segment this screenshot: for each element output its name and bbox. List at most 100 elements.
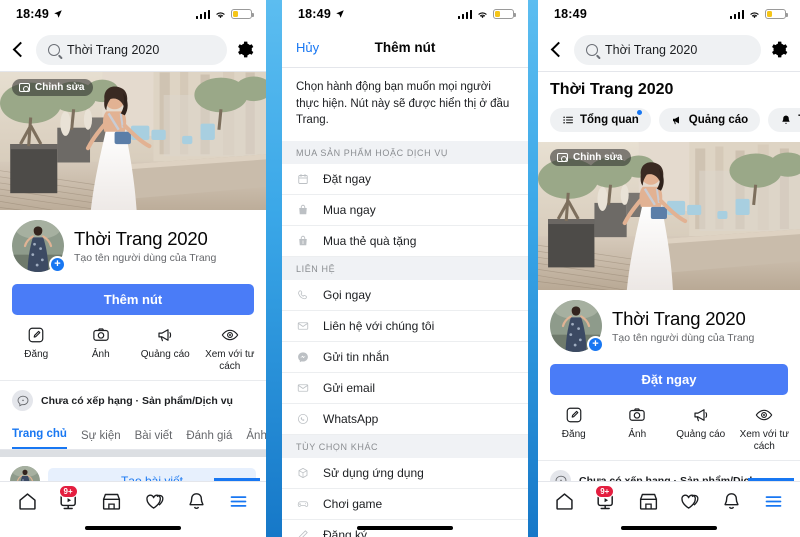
tab-su-kien[interactable]: Sự kiện (81, 430, 121, 449)
nav-marketplace[interactable] (91, 491, 133, 512)
list-item[interactable]: Mua thẻ quà tặng (282, 226, 528, 258)
action-photo[interactable]: Ảnh (69, 325, 134, 372)
action-label: Đăng (561, 429, 586, 440)
screenshot-stage: 18:49 Thời Trang 2020 Chỉnh sửa + Thời T… (0, 0, 800, 537)
action-view-as[interactable]: Xem với tư cách (198, 325, 263, 372)
cover-edit-label: Chỉnh sửa (573, 152, 623, 163)
camera-icon (19, 83, 30, 92)
status-bar-right (729, 8, 788, 21)
chip-tong-quan[interactable]: Tổng quan (550, 108, 651, 132)
list-item-label: Mua thẻ quà tặng (323, 234, 417, 249)
cover-photo[interactable]: Chỉnh sửa (538, 142, 800, 290)
nav-home[interactable] (6, 491, 48, 512)
book-now-cta[interactable]: Đặt ngay (550, 364, 788, 395)
status-bar: 18:49 (282, 0, 528, 28)
list-item[interactable]: Mua ngay (282, 195, 528, 227)
phone-screen-2: 18:49 Hủy Thêm nút Chọn hành động bạn mu… (282, 0, 528, 537)
home-indicator (85, 526, 181, 530)
tab-danh-gia[interactable]: Đánh giá (186, 430, 232, 449)
location-arrow-icon (53, 9, 63, 19)
menu-active-indicator (748, 478, 794, 481)
nav-notifications[interactable] (711, 491, 753, 512)
page-heading: Thời Trang 2020 (538, 72, 800, 99)
nav-menu[interactable] (218, 491, 260, 512)
cover-edit-button[interactable]: Chỉnh sửa (550, 149, 632, 166)
action-photo[interactable]: Ảnh (606, 405, 670, 452)
phone-icon (296, 289, 310, 301)
cancel-button[interactable]: Hủy (296, 40, 319, 55)
action-view-as[interactable]: Xem với tư cách (733, 405, 797, 452)
nav-dating[interactable] (669, 491, 711, 512)
cover-edit-button[interactable]: Chỉnh sửa (12, 79, 94, 96)
gear-icon[interactable] (235, 40, 254, 59)
chip-quang-cao[interactable]: Quảng cáo (658, 108, 761, 132)
bottom-navigation: 9+ (0, 478, 266, 537)
chip-thong-bao[interactable]: Thông báo (768, 108, 800, 132)
list-item-label: Gọi ngay (323, 288, 372, 303)
action-ads[interactable]: Quảng cáo (669, 405, 733, 452)
action-label: Ảnh (91, 349, 110, 360)
wifi-icon (214, 8, 227, 21)
page-action-row: Đăng Ảnh Quảng cáo Xem với tư cách (0, 325, 266, 381)
nav-marketplace[interactable] (627, 491, 669, 512)
eye-icon (755, 405, 773, 424)
search-icon (48, 43, 60, 56)
envelope-icon (296, 382, 310, 394)
status-bar-left: 18:49 (16, 7, 63, 21)
action-post[interactable]: Đăng (4, 325, 69, 372)
tab-anh[interactable]: Ảnh (246, 430, 266, 449)
search-navbar: Thời Trang 2020 (538, 28, 800, 72)
list-item-label: Liên hệ với chúng tôi (323, 319, 435, 334)
plus-icon[interactable]: + (49, 256, 66, 273)
section-divider (0, 450, 266, 457)
rating-row[interactable]: Chưa có xếp hạng · Sản phẩm/Dịch vụ (0, 381, 266, 420)
nav-menu[interactable] (752, 491, 794, 512)
list-item-label: Gửi tin nhắn (323, 350, 390, 365)
list-item-label: Sử dụng ứng dụng (323, 466, 424, 481)
camera-icon (628, 405, 646, 424)
list-item-label: Mua ngay (323, 203, 376, 218)
action-ads[interactable]: Quảng cáo (133, 325, 198, 372)
action-label: Quảng cáo (676, 429, 726, 440)
tab-bai-viet[interactable]: Bài viết (135, 430, 173, 449)
wifi-icon (748, 8, 761, 21)
list-item[interactable]: Liên hệ với chúng tôi (282, 311, 528, 343)
nav-dating[interactable] (133, 491, 175, 512)
chip-label: Quảng cáo (688, 114, 749, 126)
list-item[interactable]: WhatsApp (282, 404, 528, 436)
add-button-cta[interactable]: Thêm nút (12, 284, 254, 315)
search-value: Thời Trang 2020 (67, 42, 160, 57)
action-label: Ảnh (628, 429, 647, 440)
list-item[interactable]: Sử dụng ứng dụng (282, 458, 528, 490)
nav-watch[interactable]: 9+ (586, 484, 628, 512)
chip-notification-dot (636, 110, 642, 115)
status-time: 18:49 (554, 7, 587, 21)
gift-bag-icon (296, 235, 310, 247)
tab-trang-chu[interactable]: Trang chủ (12, 428, 67, 449)
list-item[interactable]: Gửi tin nhắn (282, 342, 528, 374)
list-item[interactable]: Đặt ngay (282, 164, 528, 196)
back-chevron-icon[interactable] (10, 41, 28, 59)
list-item[interactable]: Chơi game (282, 489, 528, 521)
status-bar-right (457, 8, 516, 21)
search-input[interactable]: Thời Trang 2020 (574, 34, 761, 65)
gear-icon[interactable] (769, 40, 788, 59)
list-item[interactable]: Gọi ngay (282, 280, 528, 312)
avatar[interactable]: + (550, 300, 604, 353)
phone-screen-1: 18:49 Thời Trang 2020 Chỉnh sửa + Thời T… (0, 0, 266, 537)
nav-notifications[interactable] (175, 491, 217, 512)
list-item[interactable]: Gửi email (282, 373, 528, 405)
action-label: Quảng cáo (140, 349, 190, 360)
search-icon (586, 43, 598, 56)
cover-edit-label: Chỉnh sửa (35, 82, 85, 93)
action-post[interactable]: Đăng (542, 405, 606, 452)
back-chevron-icon[interactable] (548, 41, 566, 59)
nav-home[interactable] (544, 491, 586, 512)
page-title: Thời Trang 2020 (74, 228, 208, 249)
plus-icon[interactable]: + (587, 336, 604, 353)
nav-watch[interactable]: 9+ (48, 484, 90, 512)
compose-icon (27, 325, 45, 344)
avatar[interactable]: + (12, 220, 66, 273)
search-input[interactable]: Thời Trang 2020 (36, 34, 227, 65)
cover-photo[interactable]: Chỉnh sửa (0, 72, 266, 210)
